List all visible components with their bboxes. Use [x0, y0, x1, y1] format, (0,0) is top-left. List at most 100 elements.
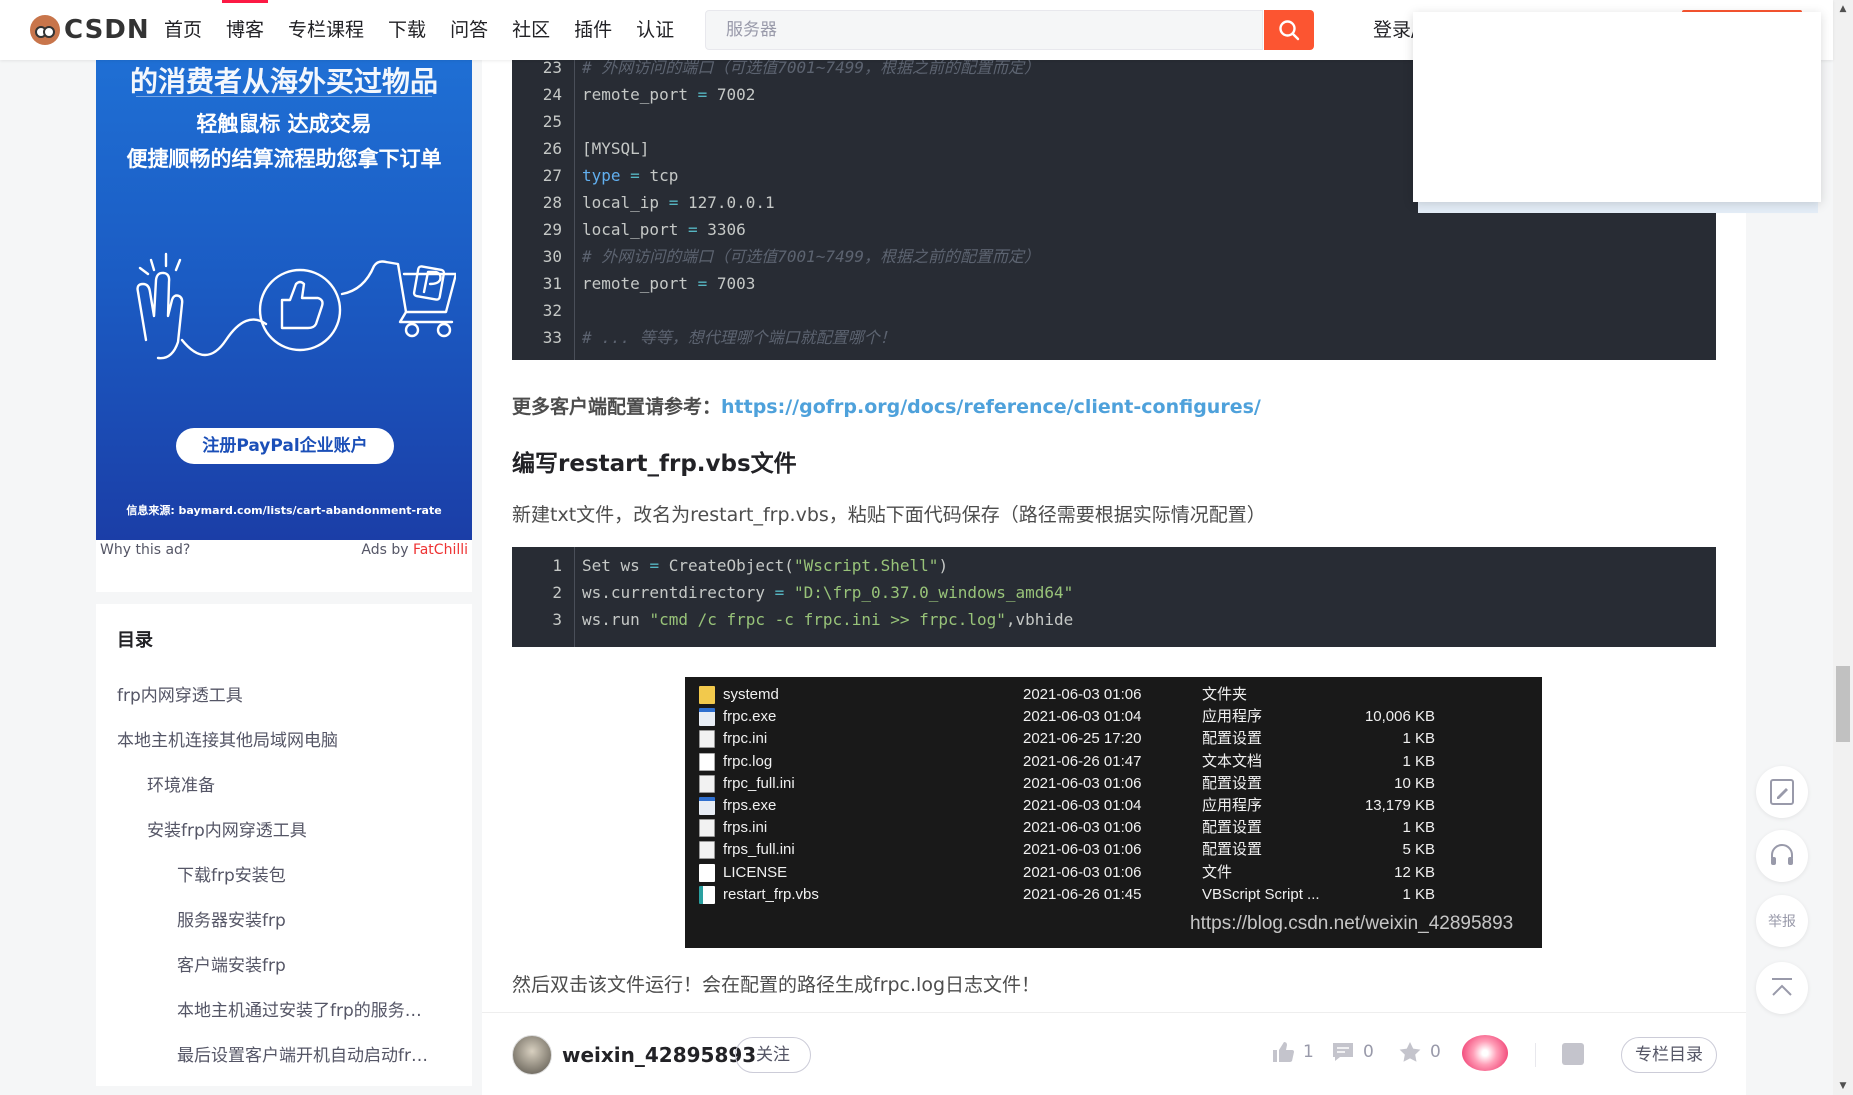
file-date: 2021-06-26 01:45 [1023, 885, 1142, 903]
logo-text: CSDN [64, 15, 150, 45]
comment-button[interactable]: 0 [1331, 1041, 1374, 1063]
code-line: 2 ws.currentdirectory = "D:\frp_0.37.0_wi… [512, 579, 1716, 606]
comment-icon [1333, 1043, 1353, 1061]
line-number: 25 [542, 112, 562, 131]
ads-by-brand: FatChilli [412, 542, 468, 558]
code-text: remote_port = 7002 [582, 81, 755, 108]
code-token: "Wscript.Shell" [793, 556, 939, 575]
sidebar-ad[interactable]: 的消费者从海外买过物品 轻触鼠标 达成交易 便捷顺畅的结算流程助您拿下订单 注册… [96, 60, 472, 540]
toolbar-divider [1535, 1043, 1536, 1067]
like-button[interactable]: 1 [1271, 1041, 1314, 1063]
ini-icon [699, 819, 715, 838]
login-link[interactable]: 登录/ [1373, 0, 1417, 60]
instruction-paragraph: 新建txt文件，改名为restart_frp.vbs，粘贴下面代码保存（路径需要… [512, 504, 1266, 526]
file-icon [699, 863, 715, 882]
reward-icon[interactable] [1462, 1035, 1508, 1071]
thumbs-up-icon [1273, 1042, 1294, 1062]
line-number: 3 [552, 610, 562, 629]
scrollbar-thumb[interactable] [1836, 666, 1850, 742]
file-type: VBScript Script ... [1202, 885, 1320, 903]
edit-note-button[interactable] [1756, 766, 1808, 818]
line-number: 2 [552, 583, 562, 602]
customer-service-button[interactable] [1756, 830, 1808, 882]
line-number: 23 [542, 60, 562, 77]
code-token: remote_port [582, 85, 698, 104]
code-text: ws.run "cmd /c frpc -c frpc.ini >> frpc.… [582, 606, 1073, 633]
nav-item[interactable]: 插件 [562, 0, 624, 60]
toc-title: 目录 [117, 630, 153, 651]
like-count: 1 [1303, 1042, 1314, 1062]
code-text: local_port = 3306 [582, 216, 746, 243]
line-number: 31 [542, 274, 562, 293]
scroll-down-arrow-icon[interactable]: ▼ [1836, 1079, 1850, 1093]
author-avatar[interactable] [512, 1035, 552, 1075]
nav-item[interactable]: 专栏课程 [276, 0, 376, 60]
search-input[interactable]: 服务器 [705, 10, 1263, 50]
ini-icon [699, 730, 715, 749]
toc-item[interactable]: 下载frp安装包 [177, 861, 436, 886]
ad-footer: Why this ad? Ads by FatChilli [96, 540, 472, 592]
code-token: tcp [639, 166, 679, 185]
comment-count: 0 [1363, 1042, 1374, 1062]
toc-item[interactable]: 安装frp内网穿透工具 [147, 816, 436, 841]
code-token: ws.run [582, 610, 650, 629]
nav-item[interactable]: 下载 [376, 0, 438, 60]
nav-item[interactable]: 博客 [214, 0, 276, 60]
file-row: restart_frp.vbs 2021-06-26 01:45 VBScript … [685, 882, 1542, 908]
popup-shadow-strip [1418, 202, 1818, 213]
author-name[interactable]: weixin_42895893 [562, 1043, 756, 1067]
column-toc-button[interactable]: 专栏目录 [1621, 1037, 1717, 1073]
toc-item[interactable]: 本地主机通过安装了frp的服务器… [177, 996, 436, 1021]
toc-item[interactable]: 环境准备 [147, 771, 436, 796]
code-line: 1 Set ws = CreateObject("Wscript.Shell") [512, 552, 1716, 579]
nav-item[interactable]: 问答 [438, 0, 500, 60]
search-icon [1279, 20, 1300, 41]
toc-item[interactable]: frp内网穿透工具 [117, 681, 436, 706]
code-line: 3 ws.run "cmd /c frpc -c frpc.ini >> frpc… [512, 606, 1716, 633]
ini-icon [699, 841, 715, 860]
search-button[interactable] [1264, 10, 1314, 50]
code-line: 32 [512, 297, 1716, 324]
code-token: 7002 [707, 85, 756, 104]
code-token: ,vbhide [1005, 610, 1074, 629]
favorite-button[interactable]: 0 [1398, 1041, 1441, 1063]
toc-item[interactable]: 客户端安装frp [177, 951, 436, 976]
code-line: 33 # ... 等等，想代理哪个端口就配置哪个！ [512, 324, 1716, 351]
share-icon[interactable] [1562, 1043, 1584, 1065]
toc-item[interactable]: 最后设置客户端开机自动启动frp… [177, 1041, 436, 1066]
code-text: local_ip = 127.0.0.1 [582, 189, 775, 216]
nav-item[interactable]: 社区 [500, 0, 562, 60]
report-label: 举报 [1768, 914, 1796, 930]
star-icon [1399, 1042, 1421, 1062]
scroll-up-arrow-icon[interactable]: ▲ [1836, 2, 1850, 16]
client-configures-link[interactable]: https://gofrp.org/docs/reference/client-… [721, 396, 1261, 418]
code-token: [MYSQL] [582, 139, 650, 158]
follow-button[interactable]: 关注 [735, 1037, 811, 1073]
back-to-top-button[interactable] [1756, 962, 1808, 1014]
report-button[interactable]: 举报 [1756, 895, 1808, 947]
why-this-ad-link[interactable]: Why this ad? [100, 542, 190, 558]
toc-item[interactable]: 本地主机连接其他局域网电脑 [117, 726, 436, 751]
nav-item[interactable]: 认证 [624, 0, 686, 60]
headset-icon [1771, 844, 1793, 865]
ads-by-link[interactable]: Ads by FatChilli [361, 542, 468, 558]
code-text: # 外网访问的端口（可选值7001~7499，根据之前的配置而定） [582, 243, 1040, 270]
csdn-logo[interactable]: CSDN [30, 15, 150, 45]
toc-item[interactable]: 服务器安装frp [177, 906, 436, 931]
code-token: CreateObject( [659, 556, 794, 575]
ad-cta-button[interactable]: 注册PayPal企业账户 [176, 428, 394, 464]
nav-item[interactable]: 首页 [152, 0, 214, 60]
code-token: local_ip [582, 193, 669, 212]
code-block-vbs[interactable]: 1 Set ws = CreateObject("Wscript.Shell") 2… [512, 547, 1716, 647]
code-token: # 外网访问的端口（可选值7001~7499，根据之前的配置而定） [582, 60, 1040, 77]
ad-source: 信息来源: baymard.com/lists/cart-abandonment… [126, 504, 442, 517]
page-scrollbar[interactable] [1833, 0, 1853, 1095]
code-text: [MYSQL] [582, 135, 649, 162]
ad-divider [136, 96, 432, 97]
file-explorer-screenshot: systemd 2021-06-03 01:06 文件夹 frpc.exe 2021-0… [685, 677, 1542, 948]
code-token: # ... 等等，想代理哪个端口就配置哪个！ [582, 328, 896, 347]
code-token: = [687, 220, 698, 239]
code-token: "D:\frp_0.37.0_windows_amd64" [793, 583, 1074, 602]
